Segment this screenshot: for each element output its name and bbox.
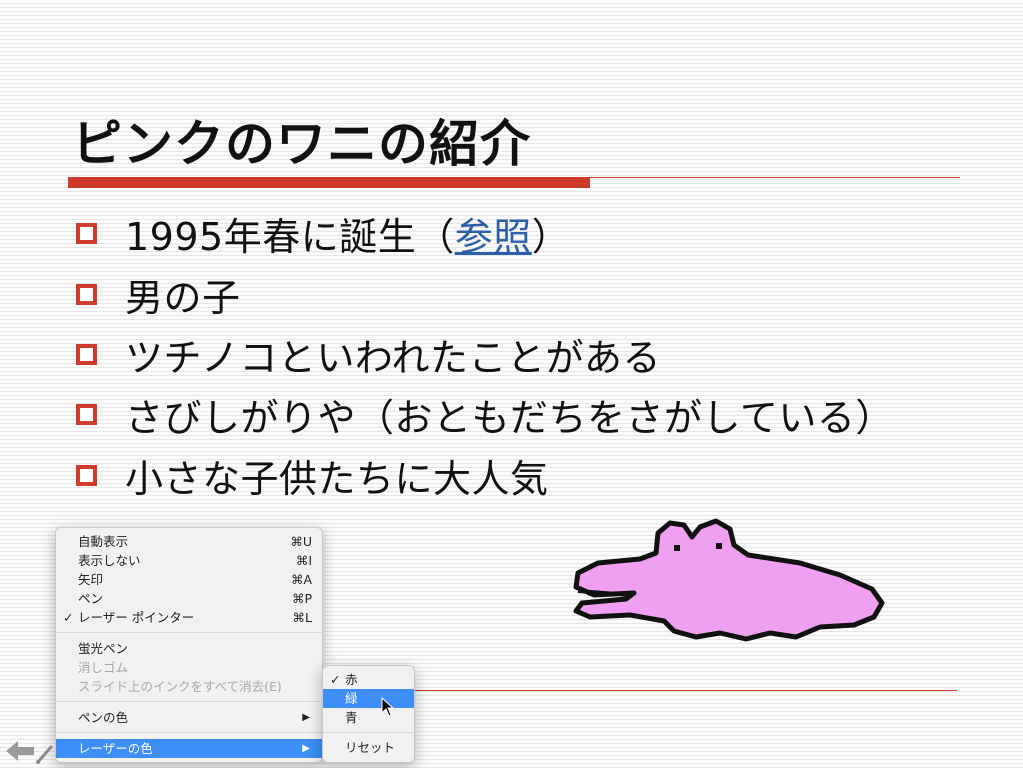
pointer-options-menu: 自動表示 ⌘U 表示しない ⌘I 矢印 ⌘A ペン ⌘P ✓ レーザー ポインター ⌘L …: [55, 527, 323, 763]
bullet-text: ツチノコといわれたことがある: [125, 336, 661, 380]
bullet-text: 小さな子供たちに大人気: [125, 457, 549, 501]
submenu-item-blue[interactable]: 青: [323, 708, 414, 727]
check-icon: ✓: [63, 610, 74, 625]
bullet-item: ツチノコといわれたことがある: [76, 327, 661, 382]
menu-item-pen[interactable]: ペン ⌘P: [56, 589, 322, 608]
check-icon: ✓: [330, 672, 341, 687]
laser-color-submenu: ✓ 赤 緑 青 リセット: [322, 665, 415, 763]
bullet-text: 男の子: [125, 276, 241, 320]
bullet-item: さびしがりや（おともだちをさがしている）: [76, 387, 894, 442]
bullet-box-icon: [76, 344, 97, 365]
submenu-arrow-icon: ▶: [302, 743, 310, 754]
menu-separator: [323, 732, 414, 733]
submenu-item-green[interactable]: 緑: [323, 689, 414, 708]
bullet-box-icon: [76, 465, 97, 486]
menu-separator: [56, 701, 322, 702]
bullet-item: 1995年春に誕生（参照）: [76, 206, 570, 261]
footer-line: [415, 690, 957, 691]
title-underline-thin: [590, 177, 960, 178]
menu-item-laser-color[interactable]: レーザーの色 ▶: [56, 739, 322, 758]
slide-title: ピンクのワニの紹介: [72, 115, 531, 173]
bullet-text-after: ）: [531, 215, 571, 259]
menu-item-auto-show[interactable]: 自動表示 ⌘U: [56, 532, 322, 551]
bullet-box-icon: [76, 404, 97, 425]
bullet-item: 小さな子供たちに大人気: [76, 448, 549, 503]
reference-link[interactable]: 参照: [455, 215, 532, 259]
bullet-text: さびしがりや（おともだちをさがしている）: [125, 396, 894, 440]
submenu-item-red[interactable]: ✓ 赤: [323, 670, 414, 689]
menu-item-pen-color[interactable]: ペンの色 ▶: [56, 708, 322, 727]
pink-crocodile-illustration: [573, 518, 885, 642]
previous-arrow-icon[interactable]: [4, 738, 36, 764]
menu-item-arrow[interactable]: 矢印 ⌘A: [56, 570, 322, 589]
menu-item-laser-pointer[interactable]: ✓ レーザー ポインター ⌘L: [56, 608, 322, 627]
bullet-item: 男の子: [76, 267, 241, 322]
mouse-pointer-icon: [381, 697, 395, 717]
menu-item-erase-all-ink: スライド上のインクをすべて消去(E): [78, 679, 282, 694]
title-underline-thick: [68, 177, 590, 188]
menu-separator: [56, 632, 322, 633]
submenu-item-reset[interactable]: リセット: [323, 738, 414, 757]
bullet-text: 1995年春に誕生（: [125, 215, 455, 259]
menu-item-highlighter[interactable]: 蛍光ペン: [56, 639, 322, 658]
pen-icon[interactable]: [34, 740, 58, 766]
menu-separator: [56, 732, 322, 733]
submenu-arrow-icon: ▶: [302, 712, 310, 723]
menu-item-hide[interactable]: 表示しない ⌘I: [56, 551, 322, 570]
bullet-box-icon: [76, 223, 97, 244]
menu-item-eraser: 消しゴム: [78, 660, 129, 675]
bullet-box-icon: [76, 284, 97, 305]
